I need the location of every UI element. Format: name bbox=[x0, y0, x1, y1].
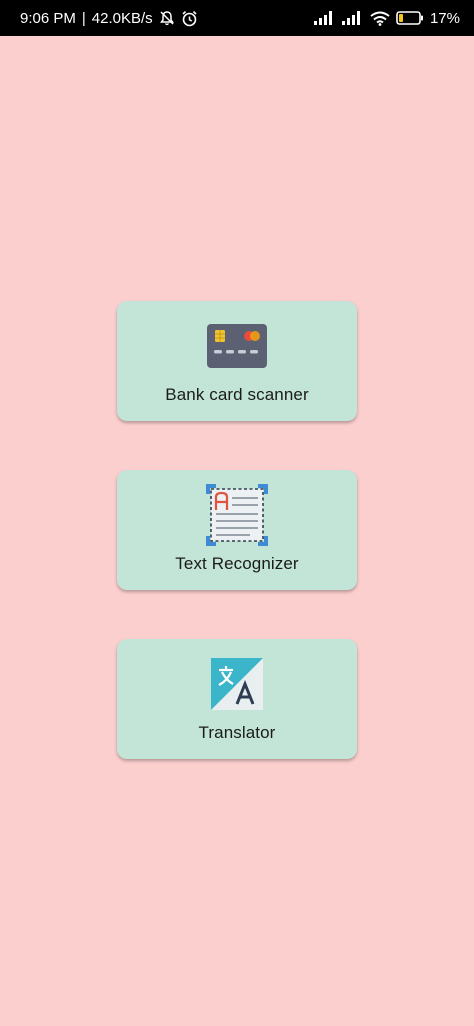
text-recognizer-label: Text Recognizer bbox=[175, 554, 299, 573]
text-recognizer-button[interactable]: Text Recognizer bbox=[117, 470, 357, 590]
text-recognition-icon bbox=[206, 484, 268, 546]
status-right: 17% bbox=[313, 9, 460, 27]
translator-button[interactable]: Translator bbox=[117, 639, 357, 759]
mute-bell-icon bbox=[159, 10, 175, 26]
bank-card-icon bbox=[206, 315, 268, 377]
alarm-icon bbox=[181, 10, 198, 27]
battery-icon bbox=[396, 11, 424, 25]
battery-percent: 17% bbox=[429, 9, 460, 27]
status-bar: 9:06 PM | 42.0KB/s 17% bbox=[0, 0, 474, 36]
status-separator: | bbox=[81, 9, 86, 27]
signal-icon bbox=[313, 11, 336, 25]
status-left: 9:06 PM | 42.0KB/s bbox=[20, 10, 198, 27]
translator-label: Translator bbox=[198, 723, 276, 742]
network-speed: 42.0KB/s bbox=[91, 9, 153, 27]
bank-card-scanner-button[interactable]: Bank card scanner bbox=[117, 301, 357, 421]
signal-icon bbox=[341, 11, 364, 25]
status-time: 9:06 PM bbox=[20, 9, 76, 27]
translate-icon bbox=[206, 653, 268, 715]
bank-card-scanner-label: Bank card scanner bbox=[165, 385, 309, 404]
wifi-icon bbox=[370, 11, 390, 26]
